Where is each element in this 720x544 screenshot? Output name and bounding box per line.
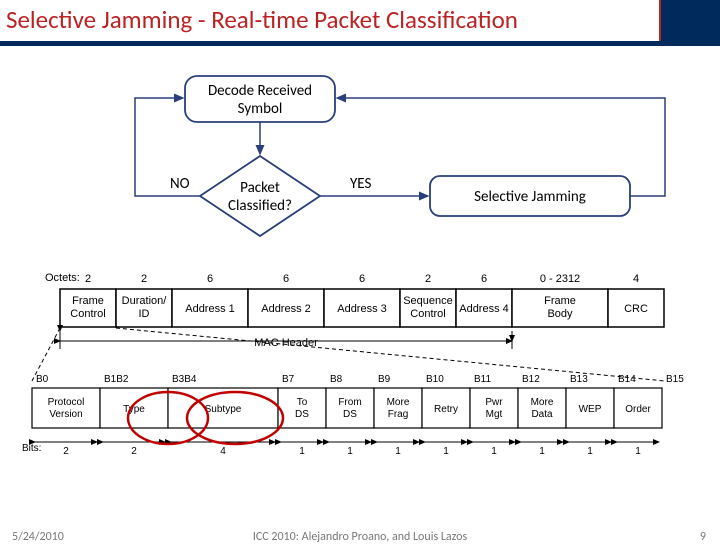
fc-field-label: Version (49, 409, 82, 420)
mac-field-label: Frame (72, 295, 104, 307)
fc-bit-index: B14 (618, 374, 636, 385)
fc-bit-index: B15 (666, 374, 684, 385)
decode-label-2: Symbol (238, 100, 283, 118)
fc-bit-width: 1 (587, 446, 593, 457)
fc-bit-index: B9 (378, 374, 391, 385)
fc-bit-width: 2 (63, 446, 69, 457)
fc-bit-index: B8 (330, 374, 343, 385)
slide-title: Selective Jamming - Real-time Packet Cla… (0, 0, 661, 41)
fc-field-label: Retry (434, 404, 458, 415)
mac-field-label: Address 4 (459, 303, 509, 315)
mac-field-label: ID (139, 308, 150, 320)
fc-bit-index: B11 (474, 374, 491, 385)
fc-field-label: More (531, 397, 554, 408)
mac-octet: 6 (359, 273, 365, 285)
bits-label: Bits: (22, 443, 41, 454)
fc-bit-index: B3B4 (172, 374, 197, 385)
fc-field (278, 388, 326, 428)
fc-field-label: WEP (579, 404, 602, 415)
fc-field-label: Mgt (486, 409, 503, 420)
fc-bit-width: 1 (347, 446, 353, 457)
fc-bit-width: 1 (299, 446, 305, 457)
mac-octet: 4 (633, 273, 639, 285)
fc-field-label: From (338, 397, 361, 408)
fc-bit-index: B0 (36, 374, 49, 385)
mac-field-label: Frame (544, 295, 576, 307)
fc-field (374, 388, 422, 428)
fc-bitfield: B0 B1B2 B3B4 B7 B8 B9 B10 B11 B12 B13 B14 B15 Protoc… (22, 374, 684, 457)
decode-label-1: Decode Received (208, 82, 312, 100)
fc-bit-width: 1 (539, 446, 545, 457)
fc-bit-width: 1 (491, 446, 497, 457)
fc-bit-width: 4 (220, 446, 226, 457)
mac-field-label: Address 3 (337, 303, 387, 315)
fc-field (470, 388, 518, 428)
fc-field-label: Pwr (485, 397, 503, 408)
fc-bit-index: B12 (522, 374, 540, 385)
fc-field-label: DS (343, 409, 357, 420)
mac-octet: 2 (85, 273, 91, 285)
mac-octet: 6 (283, 273, 289, 285)
fc-bit-index: B10 (426, 374, 444, 385)
fc-bit-index: B7 (282, 374, 295, 385)
fc-bit-index: B1B2 (104, 374, 129, 385)
mac-header-label: MAC Header (254, 337, 318, 349)
fc-field (518, 388, 566, 428)
mac-field-label: Address 1 (185, 303, 235, 315)
fc-field (32, 388, 100, 428)
mac-octet: 0 - 2312 (540, 273, 580, 285)
mac-octet: 2 (425, 273, 431, 285)
fc-field-label: Protocol (48, 397, 85, 408)
mac-field-label: Body (547, 308, 573, 320)
mac-field-label: Address 2 (261, 303, 311, 315)
fc-bit-index: B13 (570, 374, 588, 385)
mac-field-label: Sequence (403, 295, 453, 307)
no-label: NO (170, 175, 190, 193)
diagram-canvas: Decode Received Symbol Packet Classified… (0, 46, 720, 516)
fc-bit-width: 1 (443, 446, 449, 457)
mac-field-label: CRC (624, 303, 648, 315)
title-bar: Selective Jamming - Real-time Packet Cla… (0, 0, 720, 46)
octets-label: Octets: (45, 272, 80, 284)
fc-field-label: To (297, 397, 308, 408)
footer-credit: ICC 2010: Alejandro Proano, and Louis La… (0, 530, 720, 544)
fc-field-label: More (387, 397, 410, 408)
fc-bit-width: 1 (395, 446, 401, 457)
fc-field-label: Subtype (205, 404, 242, 415)
decision-label-1: Packet (240, 179, 280, 197)
fc-field-label: Frag (388, 409, 409, 420)
fc-field (326, 388, 374, 428)
mac-octet: 2 (141, 273, 147, 285)
mac-field-label: Duration/ (122, 295, 168, 307)
jam-label: Selective Jamming (474, 188, 586, 206)
mac-octet: 6 (207, 273, 213, 285)
fc-field-label: Order (625, 404, 651, 415)
fc-bit-width: 1 (635, 446, 641, 457)
mac-field-label: Control (70, 308, 105, 320)
mac-octet: 6 (481, 273, 487, 285)
decision-label-2: Classified? (228, 197, 292, 215)
fc-field-label: Data (531, 409, 553, 420)
yes-label: YES (350, 175, 371, 193)
mac-frame: Octets: 2FrameControl2Duration/ID6Addres… (45, 272, 664, 349)
fc-field-label: DS (295, 409, 309, 420)
footer-page: 9 (700, 530, 706, 544)
fc-bit-width: 2 (131, 446, 137, 457)
mac-field-label: Control (410, 308, 445, 320)
